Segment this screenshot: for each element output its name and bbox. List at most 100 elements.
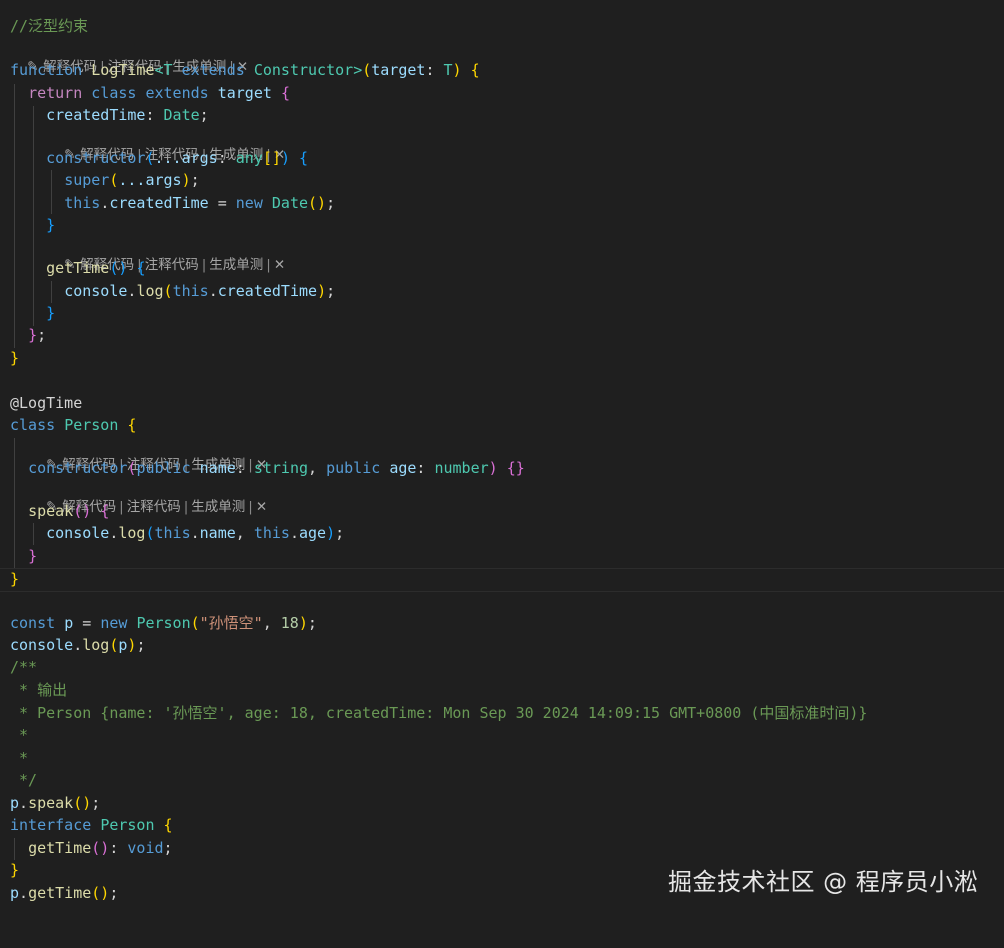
bracket: ) <box>488 459 498 477</box>
bracket: { <box>470 61 480 79</box>
punctuation: ; <box>91 794 101 812</box>
variable: target <box>217 84 272 102</box>
code-line[interactable]: function LogTime<T extends Constructor>(… <box>0 59 1004 81</box>
keyword: const <box>10 614 56 632</box>
number: 18 <box>280 614 299 632</box>
bracket: ) <box>280 149 290 167</box>
punctuation: . <box>190 524 200 542</box>
code-line[interactable]: constructor(...args: any[]) { <box>0 147 1004 169</box>
code-line[interactable]: */ <box>0 769 1004 791</box>
function-name: getTime <box>28 884 92 902</box>
keyword: public <box>136 459 191 477</box>
punctuation: . <box>19 884 29 902</box>
bracket: } <box>46 304 56 322</box>
code-line[interactable]: * Person {name: '孙悟空', age: 18, createdT… <box>0 702 1004 724</box>
class-name: Person <box>136 614 191 632</box>
bracket: ( <box>145 149 155 167</box>
code-line[interactable]: } <box>0 347 1004 369</box>
keyword: this <box>64 194 101 212</box>
code-line[interactable]: createdTime: Date; <box>0 104 1004 126</box>
bracket: ) <box>326 524 336 542</box>
code-line[interactable]: super(...args); <box>0 169 1004 191</box>
keyword: public <box>326 459 381 477</box>
code-line[interactable]: /** <box>0 656 1004 678</box>
code-line[interactable]: this.createdTime = new Date(); <box>0 192 1004 214</box>
type-name: number <box>434 459 489 477</box>
bracket: ) <box>181 171 191 189</box>
variable: console <box>64 282 128 300</box>
codelens: ✎ 解释代码 | 注释代码 | 生成单测 | ✕ <box>47 235 285 273</box>
code-line[interactable]: } <box>0 545 1004 567</box>
variable: p <box>10 884 20 902</box>
codelens: ✎ 解释代码 | 注释代码 | 生成单测 | ✕ <box>47 125 285 163</box>
code-line[interactable]: return class extends target { <box>0 82 1004 104</box>
punctuation: ; <box>109 884 119 902</box>
string: "孙悟空" <box>199 614 263 632</box>
code-line[interactable]: getTime() { <box>0 257 1004 279</box>
punctuation: ; <box>326 282 336 300</box>
type-name: Date <box>271 194 309 212</box>
code-line[interactable]: //泛型约束 <box>0 15 1004 37</box>
punctuation: . <box>19 794 29 812</box>
comment: * Person {name: '孙悟空', age: 18, createdT… <box>10 704 868 722</box>
function-name: log <box>118 524 146 542</box>
code-line[interactable]: interface Person { <box>0 814 1004 836</box>
punctuation: , <box>308 459 327 477</box>
code-line[interactable]: console.log(this.createdTime); <box>0 280 1004 302</box>
code-line[interactable]: const p = new Person("孙悟空", 18); <box>0 612 1004 634</box>
bracket: { <box>280 84 290 102</box>
punctuation: ; <box>37 326 47 344</box>
comment: //泛型约束 <box>10 17 89 35</box>
punctuation: : <box>235 459 254 477</box>
code-line[interactable]: constructor(public name: string, public … <box>0 457 1004 479</box>
variable: p <box>10 794 20 812</box>
keyword: new <box>100 614 128 632</box>
type-param: T <box>163 61 173 79</box>
code-editor[interactable]: //泛型约束 ✎ 解释代码 | 注释代码 | 生成单测 | ✕ function LogTim… <box>0 0 1004 919</box>
code-line[interactable]: console.log(this.name, this.age); <box>0 522 1004 544</box>
bracket: { <box>163 816 173 834</box>
punctuation: . <box>100 194 110 212</box>
bracket: () <box>308 194 327 212</box>
code-line[interactable]: * <box>0 724 1004 746</box>
code-line[interactable]: }; <box>0 324 1004 346</box>
punctuation: : <box>145 106 164 124</box>
bracket: } <box>10 349 20 367</box>
function-name: speak <box>28 502 74 520</box>
punctuation: : <box>416 459 435 477</box>
keyword: function <box>10 61 83 79</box>
punctuation: , <box>262 614 281 632</box>
bracket: () <box>73 794 92 812</box>
keyword: extends <box>181 61 245 79</box>
bracket: {} <box>506 459 525 477</box>
keyword: constructor <box>28 459 128 477</box>
code-line[interactable]: @LogTime <box>0 392 1004 414</box>
bracket: () <box>109 259 128 277</box>
bracket: ) <box>452 61 462 79</box>
punctuation: , <box>235 524 254 542</box>
function-name: speak <box>28 794 74 812</box>
property: createdTime <box>46 106 146 124</box>
comment: /** <box>10 658 38 676</box>
punctuation: . <box>208 282 218 300</box>
bracket: } <box>46 216 56 234</box>
code-line[interactable]: console.log(p); <box>0 634 1004 656</box>
code-line[interactable]: class Person { <box>0 414 1004 436</box>
type-name: T <box>443 61 453 79</box>
code-line[interactable]: } <box>0 302 1004 324</box>
code-line[interactable]: } <box>0 214 1004 236</box>
keyword: extends <box>145 84 209 102</box>
comment: * <box>10 749 29 767</box>
decorator: @LogTime <box>10 394 83 412</box>
code-line[interactable]: getTime(): void; <box>0 837 1004 859</box>
punctuation: ; <box>199 106 209 124</box>
code-line[interactable]: * <box>0 747 1004 769</box>
function-name: getTime <box>28 839 92 857</box>
code-line[interactable]: * 输出 <box>0 679 1004 701</box>
code-line[interactable]: speak() { <box>0 500 1004 522</box>
code-line[interactable]: } <box>0 568 1004 590</box>
code-line[interactable]: p.speak(); <box>0 792 1004 814</box>
variable: p <box>64 614 74 632</box>
bracket: { <box>100 502 110 520</box>
punctuation: = <box>73 614 101 632</box>
